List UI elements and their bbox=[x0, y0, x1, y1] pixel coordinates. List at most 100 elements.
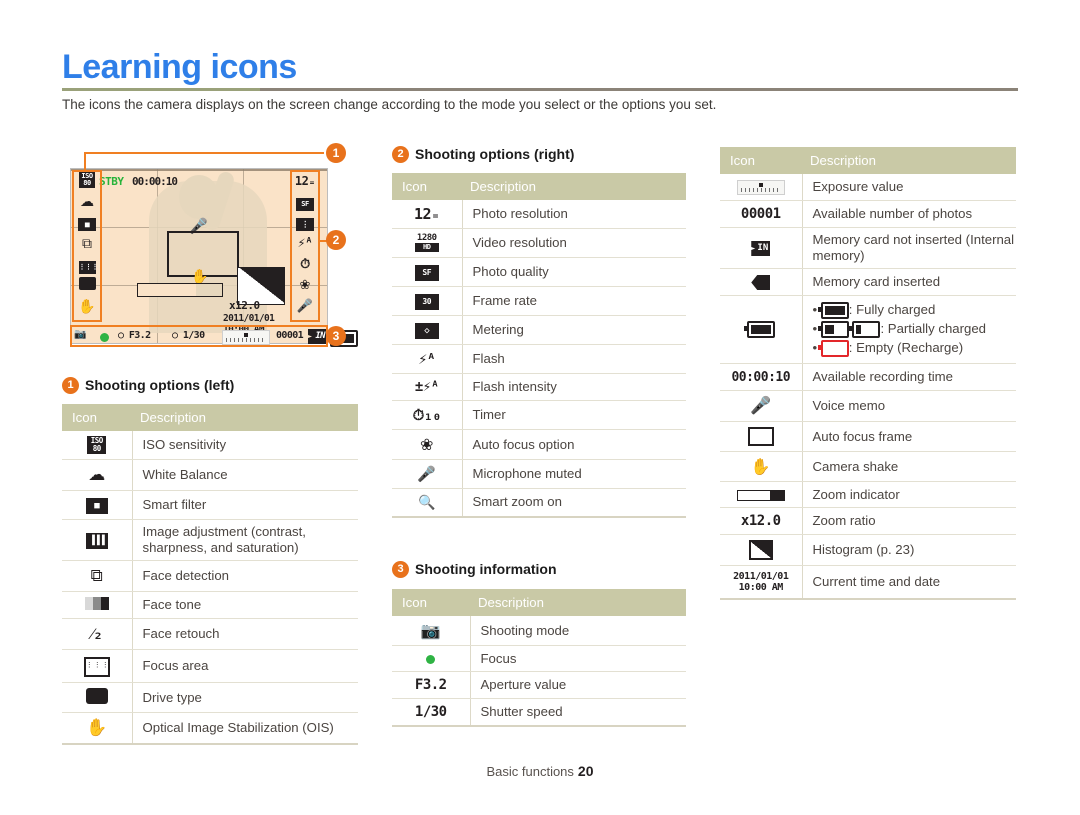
flash-icon: ⚡ᴬ bbox=[392, 344, 463, 374]
table-row: 🔍 Smart zoom on bbox=[392, 488, 686, 518]
table-row: Memory card inserted bbox=[720, 268, 1016, 297]
shooting-mode-icon: 📷 bbox=[392, 616, 471, 646]
column-header-description: Description bbox=[802, 147, 1016, 174]
column-header-icon: Icon bbox=[62, 404, 132, 431]
row-description: Auto focus frame bbox=[802, 421, 1016, 453]
row-description: Image adjustment (contrast, sharpness, a… bbox=[132, 519, 358, 561]
column-header-icon: Icon bbox=[720, 147, 802, 174]
row-description: Face detection bbox=[132, 560, 358, 592]
battery-empty-icon bbox=[817, 340, 849, 358]
battery-half-icon bbox=[817, 321, 849, 339]
face-tone-icon bbox=[62, 591, 133, 619]
record-time: 00:00:10 bbox=[132, 175, 178, 188]
recording-time-icon: 00:00:10 bbox=[720, 363, 803, 392]
table-row: ⧉ Face detection bbox=[62, 560, 358, 592]
row-description: Face tone bbox=[132, 591, 358, 619]
battery-partial-row: • : Partially charged bbox=[813, 321, 1017, 339]
row-description: Face retouch bbox=[132, 618, 358, 650]
histogram-icon bbox=[720, 534, 803, 567]
row-description: Timer bbox=[462, 400, 686, 430]
battery-full-label: : Fully charged bbox=[848, 302, 936, 318]
table-header-row: Icon Description bbox=[392, 589, 686, 616]
callout-line-1-stem bbox=[84, 152, 86, 172]
column-header-description: Description bbox=[462, 173, 686, 200]
video-resolution-icon: 1280 HD bbox=[392, 228, 463, 258]
timer-icon: ⏱₁₀ bbox=[392, 400, 463, 430]
battery-full-icon bbox=[817, 302, 849, 320]
table-row: 2011/01/01 10:00 AM Current time and date bbox=[720, 565, 1016, 601]
zoom-ratio: x12.0 bbox=[229, 299, 260, 312]
battery-partial-label: : Partially charged bbox=[880, 321, 987, 337]
column-header-description: Description bbox=[132, 404, 358, 431]
section-badge-2: 2 bbox=[392, 146, 409, 163]
row-description: Auto focus option bbox=[462, 429, 686, 460]
row-description: White Balance bbox=[132, 459, 358, 491]
page-subtitle: The icons the camera displays on the scr… bbox=[62, 97, 717, 112]
table-row: Drive type bbox=[62, 682, 358, 713]
row-description: Camera shake bbox=[802, 451, 1016, 483]
recording-time-value: 00:00:10 bbox=[731, 370, 791, 386]
table-row: Histogram (p. 23) bbox=[720, 534, 1016, 567]
zoom-indicator-icon bbox=[720, 481, 803, 509]
screen-top-rule bbox=[71, 169, 327, 171]
table-header-row: Icon Description bbox=[720, 147, 1016, 174]
section-badge-3: 3 bbox=[392, 561, 409, 578]
row-description: Video resolution bbox=[462, 228, 686, 258]
column-header-icon: Icon bbox=[392, 589, 470, 616]
time-value: 10:00 AM bbox=[738, 582, 784, 594]
table-header-row: Icon Description bbox=[392, 173, 686, 200]
table-header-row: Icon Description bbox=[62, 404, 358, 431]
smart-zoom-icon: 🔍 bbox=[392, 488, 463, 518]
voice-memo-icon: 🎤 bbox=[720, 390, 803, 423]
table-row: 1280 HD Video resolution bbox=[392, 228, 686, 258]
white-balance-icon: ☁ bbox=[62, 459, 133, 491]
face-detection-icon: ⧉ bbox=[62, 560, 133, 592]
row-description: Optical Image Stabilization (OIS) bbox=[132, 712, 358, 745]
table-row: 30 Frame rate bbox=[392, 286, 686, 316]
date-value: 2011/01/01 bbox=[733, 571, 789, 583]
shooting-information-table: Icon Description 📷 Shooting mode Focus F3… bbox=[392, 589, 686, 727]
row-description: Histogram (p. 23) bbox=[802, 534, 1016, 567]
section-title-2: Shooting options (right) bbox=[415, 146, 575, 162]
title-divider bbox=[62, 88, 1018, 91]
current-time-date-icon: 2011/01/01 10:00 AM bbox=[720, 565, 803, 601]
photo-count-value: 00001 bbox=[740, 206, 781, 223]
exposure-value-icon bbox=[720, 174, 803, 202]
table-row: 00001 Available number of photos bbox=[720, 200, 1016, 229]
callout-badge-2: 2 bbox=[326, 230, 346, 250]
shooting-options-right-table: Icon Description 12₌ Photo resolution 128… bbox=[392, 173, 686, 518]
face-retouch-icon: ⁄₂ bbox=[62, 618, 133, 650]
table-row: ◇ Metering bbox=[392, 315, 686, 345]
aperture-icon: F3.2 bbox=[392, 671, 471, 699]
frame-rate-icon: 30 bbox=[392, 286, 463, 316]
table-row: ISO 80 ISO sensitivity bbox=[62, 431, 358, 460]
mic-muted-icon: 🎤 bbox=[392, 459, 463, 489]
smart-filter-icon: ■ bbox=[62, 490, 133, 520]
table-row: ☁ White Balance bbox=[62, 459, 358, 491]
battery-low-icon bbox=[849, 321, 881, 339]
callout-badge-1: 1 bbox=[326, 143, 346, 163]
photo-resolution-icon: 12₌ bbox=[392, 200, 463, 229]
table-row: 🎤 Microphone muted bbox=[392, 459, 686, 489]
footer-label: Basic functions bbox=[486, 764, 574, 779]
column-header-icon: Icon bbox=[392, 173, 462, 200]
internal-memory-icon: IN bbox=[720, 227, 803, 270]
row-description: Memory card not inserted (Internal memor… bbox=[802, 227, 1016, 270]
row-description: Current time and date bbox=[802, 565, 1016, 601]
row-description: Zoom indicator bbox=[802, 481, 1016, 509]
row-description: Photo quality bbox=[462, 257, 686, 287]
row-description: Microphone muted bbox=[462, 459, 686, 489]
manual-page: Learning icons The icons the camera disp… bbox=[0, 0, 1080, 815]
callout-box-2-right bbox=[290, 170, 320, 322]
auto-focus-frame-icon bbox=[720, 421, 803, 453]
row-description: Shooting mode bbox=[470, 616, 686, 646]
table-row: ⁄₂ Face retouch bbox=[62, 618, 358, 650]
row-description: Available recording time bbox=[802, 363, 1016, 392]
table-row: 🎤 Voice memo bbox=[720, 390, 1016, 423]
row-description: Focus bbox=[470, 645, 686, 672]
callout-box-3-bottom bbox=[70, 325, 328, 347]
table-row: ▐▐▐ Image adjustment (contrast, sharpness… bbox=[62, 519, 358, 561]
row-description: Frame rate bbox=[462, 286, 686, 316]
row-description: Exposure value bbox=[802, 174, 1016, 202]
table-row: Exposure value bbox=[720, 174, 1016, 202]
